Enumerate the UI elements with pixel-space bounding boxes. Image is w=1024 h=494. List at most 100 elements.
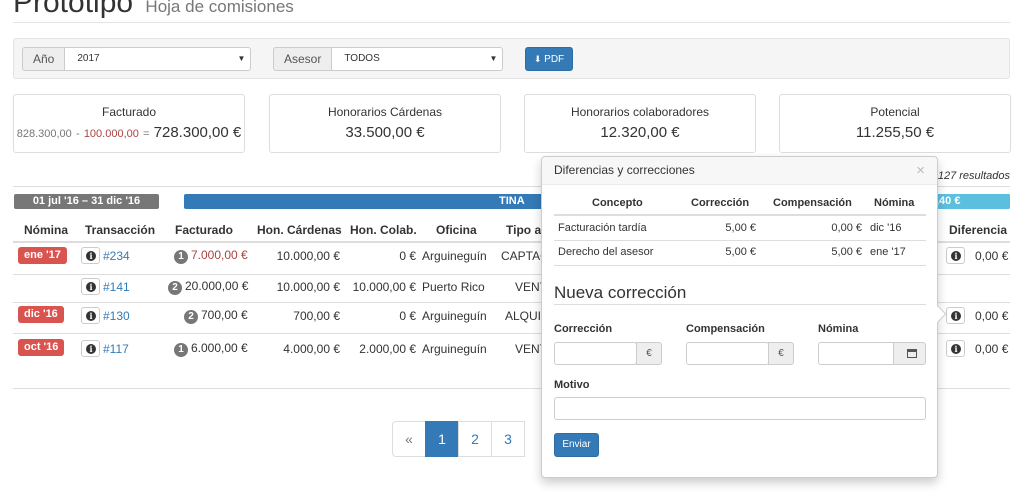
pagination-page-3[interactable]: 3 bbox=[491, 421, 525, 457]
hon-colab-cell: 0 € bbox=[399, 309, 416, 323]
transaction-link[interactable]: #130 bbox=[103, 309, 130, 323]
summary-value: 33.500,00 € bbox=[345, 124, 425, 141]
corrections-popover: Diferencias y correcciones × Concepto Co… bbox=[541, 156, 938, 478]
page-title-text: Prototipo bbox=[13, 0, 134, 19]
nomina-label: oct '16 bbox=[18, 339, 65, 356]
info-icon: i bbox=[86, 344, 96, 354]
info-icon: i bbox=[951, 344, 961, 354]
facturado-value: 7.000,00 € bbox=[191, 248, 248, 262]
summary-title: Facturado bbox=[101, 105, 157, 119]
col-header-tipo[interactable]: Tipo at bbox=[506, 223, 545, 237]
info-button[interactable]: i bbox=[81, 247, 100, 264]
summary-potencial: Potencial 11.255,50 € bbox=[779, 94, 1011, 153]
hon-cardenas-cell: 10.000,00 € bbox=[276, 280, 340, 294]
info-button[interactable]: i bbox=[81, 307, 100, 324]
summary-value: 11.255,50 € bbox=[855, 124, 935, 141]
correccion-input[interactable] bbox=[554, 342, 637, 365]
submit-button[interactable]: Enviar bbox=[554, 433, 599, 457]
close-icon[interactable]: × bbox=[916, 163, 925, 178]
year-label: Año bbox=[22, 47, 65, 71]
info-icon: i bbox=[86, 311, 96, 321]
correccion-label: Corrección bbox=[554, 323, 613, 335]
diferencia-cell: 0,00 € bbox=[975, 309, 1009, 323]
summary-value: 12.320,00 € bbox=[600, 124, 680, 141]
compensacion-input[interactable] bbox=[686, 342, 769, 365]
summary-facturado: Facturado 828.300,00 - 100.000,00 = 728.… bbox=[13, 94, 245, 153]
year-select[interactable]: 2017 ▼ bbox=[64, 47, 252, 71]
col-header-facturado[interactable]: Facturado bbox=[175, 223, 233, 237]
facturado-cell: 2 20.000,00 € bbox=[168, 279, 248, 295]
col-header-transaccion[interactable]: Transacción bbox=[85, 223, 155, 237]
summary-title: Honorarios colaboradores bbox=[570, 105, 710, 119]
col-header-hon-colab[interactable]: Hon. Colab. bbox=[350, 223, 417, 237]
summary-honorarios-cardenas: Honorarios Cárdenas 33.500,00 € bbox=[269, 94, 501, 153]
correction-correccion: 5,00 € bbox=[725, 222, 756, 234]
nomina-label: dic '16 bbox=[18, 306, 64, 323]
col-header-hon-cardenas[interactable]: Hon. Cárdenas bbox=[257, 223, 342, 237]
pdf-button[interactable]: ⬇ PDF bbox=[525, 47, 573, 71]
year-select-value: 2017 bbox=[77, 53, 100, 64]
euro-addon: € bbox=[768, 342, 794, 365]
correction-concepto: Derecho del asesor bbox=[558, 246, 654, 258]
info-icon: i bbox=[86, 282, 96, 292]
transaction-link[interactable]: #141 bbox=[103, 280, 130, 294]
popover-table-divider bbox=[554, 214, 926, 216]
diferencia-cell: 0,00 € bbox=[975, 342, 1009, 356]
popover-col-compensacion: Compensación bbox=[773, 197, 852, 209]
page-title: Prototipo Hoja de comisiones bbox=[13, 0, 294, 20]
advisor-select[interactable]: TODOS ▼ bbox=[331, 47, 504, 71]
info-icon: i bbox=[951, 311, 961, 321]
col-header-nomina[interactable]: Nómina bbox=[24, 223, 68, 237]
facturado-value: 20.000,00 € bbox=[185, 279, 249, 293]
pagination-prev[interactable]: « bbox=[392, 421, 426, 457]
summary-value: 828.300,00 - 100.000,00 = 728.300,00 € bbox=[14, 124, 244, 141]
summary-title: Honorarios Cárdenas bbox=[327, 105, 443, 119]
popover-row-divider bbox=[554, 240, 926, 241]
pagination-page-2[interactable]: 2 bbox=[458, 421, 492, 457]
summary-honorarios-colaboradores: Honorarios colaboradores 12.320,00 € bbox=[524, 94, 756, 153]
hon-colab-cell: 10.000,00 € bbox=[352, 280, 416, 294]
info-icon: i bbox=[951, 251, 961, 261]
period-bar: 01 jul '16 – 31 dic '16 bbox=[14, 194, 159, 209]
summary-total: 728.300,00 € bbox=[153, 124, 242, 141]
correction-compensacion: 5,00 € bbox=[831, 246, 862, 258]
col-header-diferencia[interactable]: Diferencia bbox=[949, 223, 1007, 237]
transaction-link[interactable]: #234 bbox=[103, 249, 130, 263]
facturado-cell: 1 6.000,00 € bbox=[174, 341, 248, 357]
euro-addon: € bbox=[636, 342, 662, 365]
info-button[interactable]: i bbox=[81, 278, 100, 295]
correction-compensacion: 0,00 € bbox=[831, 222, 862, 234]
motivo-input[interactable] bbox=[554, 397, 926, 420]
info-button[interactable]: i bbox=[81, 340, 100, 357]
facturado-value: 6.000,00 € bbox=[191, 341, 248, 355]
calendar-icon bbox=[907, 349, 917, 358]
popover-col-concepto: Concepto bbox=[592, 197, 643, 209]
hon-cardenas-cell: 700,00 € bbox=[293, 309, 340, 323]
new-correction-title: Nueva corrección bbox=[554, 283, 687, 302]
popover-title: Diferencias y correcciones bbox=[554, 163, 695, 177]
hon-cardenas-cell: 10.000,00 € bbox=[276, 249, 340, 263]
info-button[interactable]: i bbox=[946, 247, 965, 264]
correction-concepto: Facturación tardía bbox=[558, 222, 647, 234]
col-header-oficina[interactable]: Oficina bbox=[436, 223, 477, 237]
year-filter: Año 2017 ▼ bbox=[22, 47, 252, 71]
info-button[interactable]: i bbox=[946, 340, 965, 357]
filter-bar: Año 2017 ▼ Asesor TODOS ▼ ⬇ PDF bbox=[13, 38, 1010, 79]
hon-colab-cell: 0 € bbox=[399, 249, 416, 263]
popover-header: Diferencias y correcciones × bbox=[542, 157, 937, 185]
calendar-button[interactable] bbox=[893, 342, 926, 365]
hon-colab-cell: 2.000,00 € bbox=[359, 342, 416, 356]
form-divider bbox=[554, 304, 926, 305]
oficina-cell: Arguineguín bbox=[422, 309, 487, 323]
correction-nomina: ene '17 bbox=[870, 246, 906, 258]
advisor-label: Asesor bbox=[273, 47, 332, 71]
pagination-page-1[interactable]: 1 bbox=[425, 421, 459, 457]
summary-equals: = bbox=[143, 128, 150, 140]
count-badge: 2 bbox=[168, 281, 182, 295]
transaction-link[interactable]: #117 bbox=[103, 342, 129, 356]
pdf-icon: ⬇ bbox=[533, 54, 542, 64]
page-subtitle: Hoja de comisiones bbox=[145, 0, 294, 16]
compensacion-label: Compensación bbox=[686, 323, 765, 335]
nomina-input[interactable] bbox=[818, 342, 895, 365]
info-button[interactable]: i bbox=[946, 307, 965, 324]
